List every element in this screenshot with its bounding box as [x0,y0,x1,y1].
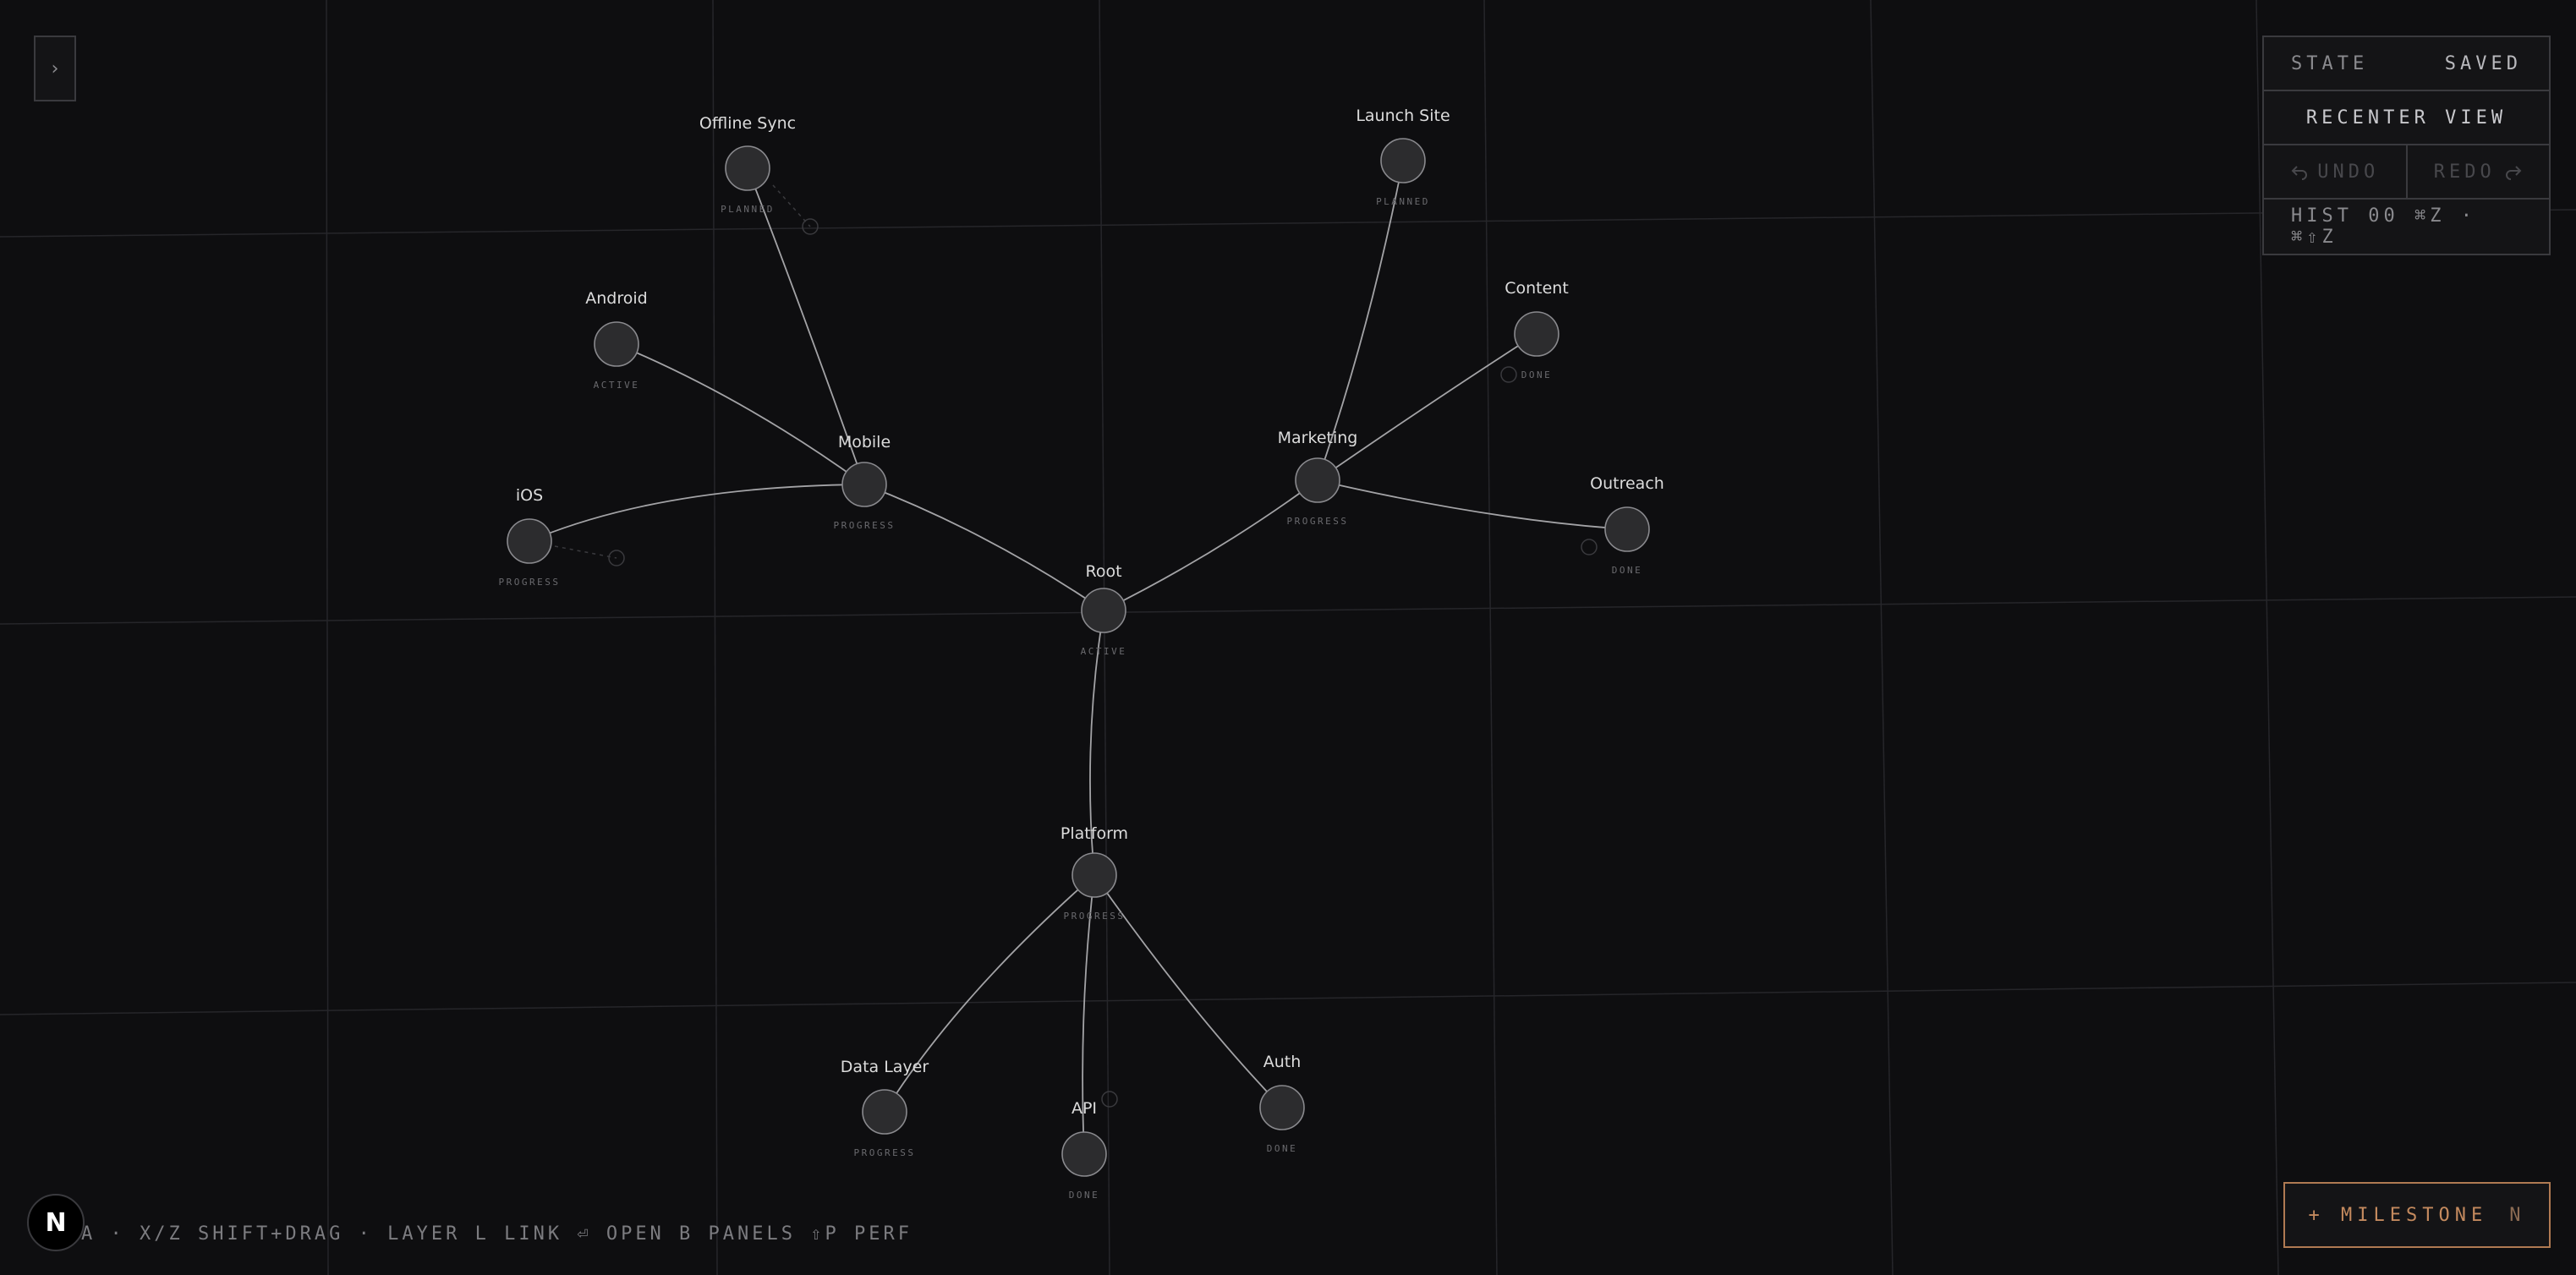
node-status: PROGRESS [854,1147,916,1158]
edge-layer [529,160,1628,1155]
node-circle[interactable] [507,518,552,564]
background-grid [0,0,2576,1275]
node-status: PROGRESS [834,520,896,531]
node-status: DONE [1521,369,1553,380]
node-circle[interactable] [725,145,770,191]
node-label: Platform [1061,824,1128,843]
chevron-right-icon: › [51,57,59,79]
node-label: Root [1085,562,1121,581]
link-handle[interactable] [1500,366,1517,383]
grid-line [712,0,718,1275]
hotkey-hint-text: A · X/Z SHIFT+DRAG · LAYER L LINK ⏎ OPEN… [81,1223,913,1245]
grid-line [1483,0,1498,1275]
node-label: Offline Sync [699,114,796,133]
add-milestone-button[interactable]: + MILESTONE N [2283,1182,2551,1248]
node-label: Content [1504,279,1569,298]
state-value: SAVED [2444,52,2522,74]
node-status: PROGRESS [499,577,561,588]
grid-line [326,0,329,1275]
edge-mobile-ios [529,484,865,542]
undo-button[interactable]: UNDO [2264,145,2408,198]
undo-redo-row: UNDO REDO [2264,145,2549,200]
state-panel: STATE SAVED RECENTER VIEW UNDO REDO HIST… [2262,36,2551,255]
node-layer: Root ACTIVE Mobile PROGRESS Marketing PROGRES… [499,107,1664,1201]
dashed-link [772,184,811,227]
hotkey-hint-bar: A · X/Z SHIFT+DRAG · LAYER L LINK ⏎ OPEN… [81,1223,913,1249]
node-status: DONE [1612,565,1643,576]
undo-icon [2291,166,2308,180]
node-label: iOS [516,486,543,505]
redo-icon [2505,166,2522,180]
logo-letter: N [45,1207,67,1238]
node-circle[interactable] [1514,311,1559,357]
state-label: STATE [2291,52,2369,74]
node-mobile[interactable]: Mobile PROGRESS [834,433,896,531]
panel-toggle-button[interactable]: › [34,36,76,101]
link-handle[interactable] [1101,1091,1118,1108]
node-label: Mobile [838,433,891,451]
edge-mobile-android [616,343,865,485]
node-status: DONE [1267,1143,1298,1154]
node-label: Marketing [1278,429,1358,447]
node-circle[interactable] [594,321,639,367]
node-status: DONE [1069,1190,1100,1201]
node-marketing[interactable]: Marketing PROGRESS [1278,429,1358,527]
node-status: ACTIVE [1081,646,1127,657]
node-circle[interactable] [862,1089,907,1135]
node-circle[interactable] [1072,852,1117,898]
grid-line [1099,0,1110,1275]
add-milestone-label: + MILESTONE [2308,1204,2488,1226]
node-circle[interactable] [1259,1085,1305,1130]
history-row: HIST 00 ⌘Z · ⌘⇧Z [2264,200,2549,254]
recenter-view-label: RECENTER VIEW [2305,107,2507,129]
edge-root-marketing [1103,479,1318,611]
recenter-view-button[interactable]: RECENTER VIEW [2264,91,2549,145]
node-status: PROGRESS [1287,516,1349,527]
grid-line [0,209,2576,238]
node-status: PLANNED [721,204,775,215]
node-label: Launch Site [1356,107,1450,125]
node-status: PLANNED [1376,196,1430,207]
history-text: HIST 00 ⌘Z · ⌘⇧Z [2291,205,2476,248]
node-circle[interactable] [1061,1131,1107,1177]
node-launch-site[interactable]: Launch Site PLANNED [1356,107,1450,207]
node-root[interactable]: Root ACTIVE [1081,562,1127,657]
undo-label: UNDO [2317,161,2380,183]
link-handle-layer [554,184,1598,1108]
node-label: API [1072,1099,1097,1118]
graph-canvas[interactable]: Root ACTIVE Mobile PROGRESS Marketing PROGRES… [0,0,2576,1275]
node-android[interactable]: Android ACTIVE [585,289,647,391]
logo: N [27,1194,85,1251]
node-status: PROGRESS [1064,911,1126,922]
grid-line [0,982,2576,1015]
node-content[interactable]: Content DONE [1504,279,1569,380]
grid-line [0,596,2576,625]
redo-label: REDO [2433,161,2496,183]
node-outreach[interactable]: Outreach DONE [1590,474,1664,576]
node-label: Outreach [1590,474,1664,493]
redo-button[interactable]: REDO [2408,145,2550,198]
node-platform[interactable]: Platform PROGRESS [1061,824,1128,922]
node-circle[interactable] [841,462,887,507]
node-label: Auth [1263,1053,1302,1071]
node-api[interactable]: API DONE [1061,1099,1107,1201]
node-circle[interactable] [1295,457,1340,503]
node-data-layer[interactable]: Data Layer PROGRESS [841,1058,929,1158]
node-status: ACTIVE [594,380,640,391]
node-auth[interactable]: Auth DONE [1259,1053,1305,1154]
node-circle[interactable] [1081,588,1126,633]
node-circle[interactable] [1380,138,1426,183]
grid-line [1870,0,1894,1275]
link-handle[interactable] [1581,539,1598,555]
edge-marketing-content [1317,333,1537,481]
edge-root-mobile [863,484,1104,611]
node-label: Data Layer [841,1058,929,1076]
add-milestone-shortcut: N [2509,1204,2526,1226]
state-row: STATE SAVED [2264,37,2549,91]
node-circle[interactable] [1604,506,1650,552]
node-label: Android [585,289,647,308]
edge-marketing-outreach [1317,479,1628,530]
dashed-link [554,545,617,559]
node-ios[interactable]: iOS PROGRESS [499,486,561,588]
